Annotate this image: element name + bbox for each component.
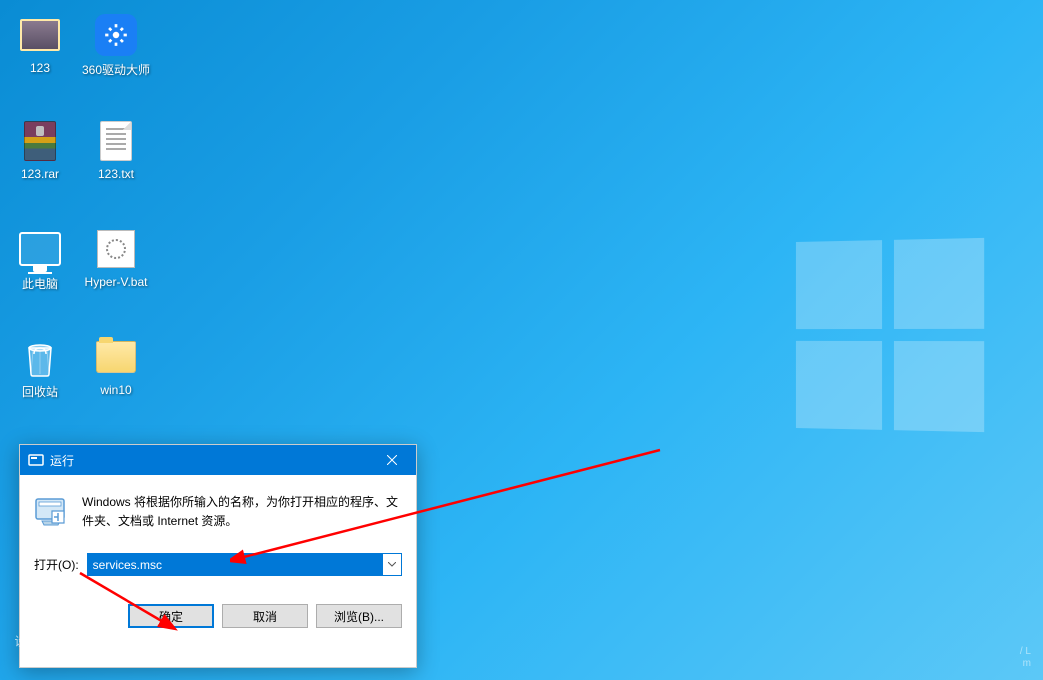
recycle-bin-icon — [21, 336, 59, 378]
open-label: 打开(O): — [34, 556, 79, 573]
gear-icon — [103, 22, 129, 48]
run-dialog: 运行 Windows 将根据你所输入的名称，为你打开相应的程序、文件夹、文档或 … — [19, 444, 417, 668]
dropdown-button[interactable] — [383, 554, 401, 575]
desktop[interactable]: 123 360驱动大师 123.rar 123.txt 此电脑 Hyper-V.bat 回收… — [0, 0, 1043, 680]
chevron-down-icon — [388, 562, 396, 567]
close-icon — [387, 455, 397, 465]
browse-button[interactable]: 浏览(B)... — [316, 604, 402, 628]
dialog-description: Windows 将根据你所输入的名称，为你打开相应的程序、文件夹、文档或 Int… — [82, 493, 402, 531]
titlebar[interactable]: 运行 — [20, 445, 416, 475]
run-titlebar-icon — [28, 452, 44, 468]
desktop-icon-123[interactable]: 123 — [3, 14, 77, 76]
icon-label: 123.rar — [19, 166, 61, 182]
icon-label: Hyper-V.bat — [83, 274, 150, 290]
run-dialog-icon — [34, 493, 68, 527]
icon-label: 此电脑 — [20, 274, 60, 293]
desktop-icon-win10[interactable]: win10 — [79, 336, 153, 398]
windows-logo-watermark — [796, 238, 984, 432]
desktop-icon-360驱动大师[interactable]: 360驱动大师 — [79, 14, 153, 79]
icon-label: 360驱动大师 — [80, 60, 152, 79]
icon-label: 123.txt — [96, 166, 136, 182]
close-button[interactable] — [369, 445, 414, 475]
dialog-title: 运行 — [50, 452, 369, 469]
desktop-icon-123.rar[interactable]: 123.rar — [3, 120, 77, 182]
command-input[interactable] — [88, 554, 383, 575]
icon-label: win10 — [98, 382, 133, 398]
icon-label: 123 — [28, 60, 52, 76]
desktop-icon-此电脑[interactable]: 此电脑 — [3, 228, 77, 293]
command-combobox[interactable] — [87, 553, 402, 576]
corner-mark: / Lm — [1020, 646, 1031, 670]
ok-button[interactable]: 确定 — [128, 604, 214, 628]
cancel-button[interactable]: 取消 — [222, 604, 308, 628]
icon-label: 回收站 — [20, 382, 60, 401]
partial-window-label: 设 — [12, 635, 29, 647]
desktop-icon-Hyper-V.bat[interactable]: Hyper-V.bat — [79, 228, 153, 290]
desktop-icon-回收站[interactable]: 回收站 — [3, 336, 77, 401]
desktop-icon-123.txt[interactable]: 123.txt — [79, 120, 153, 182]
